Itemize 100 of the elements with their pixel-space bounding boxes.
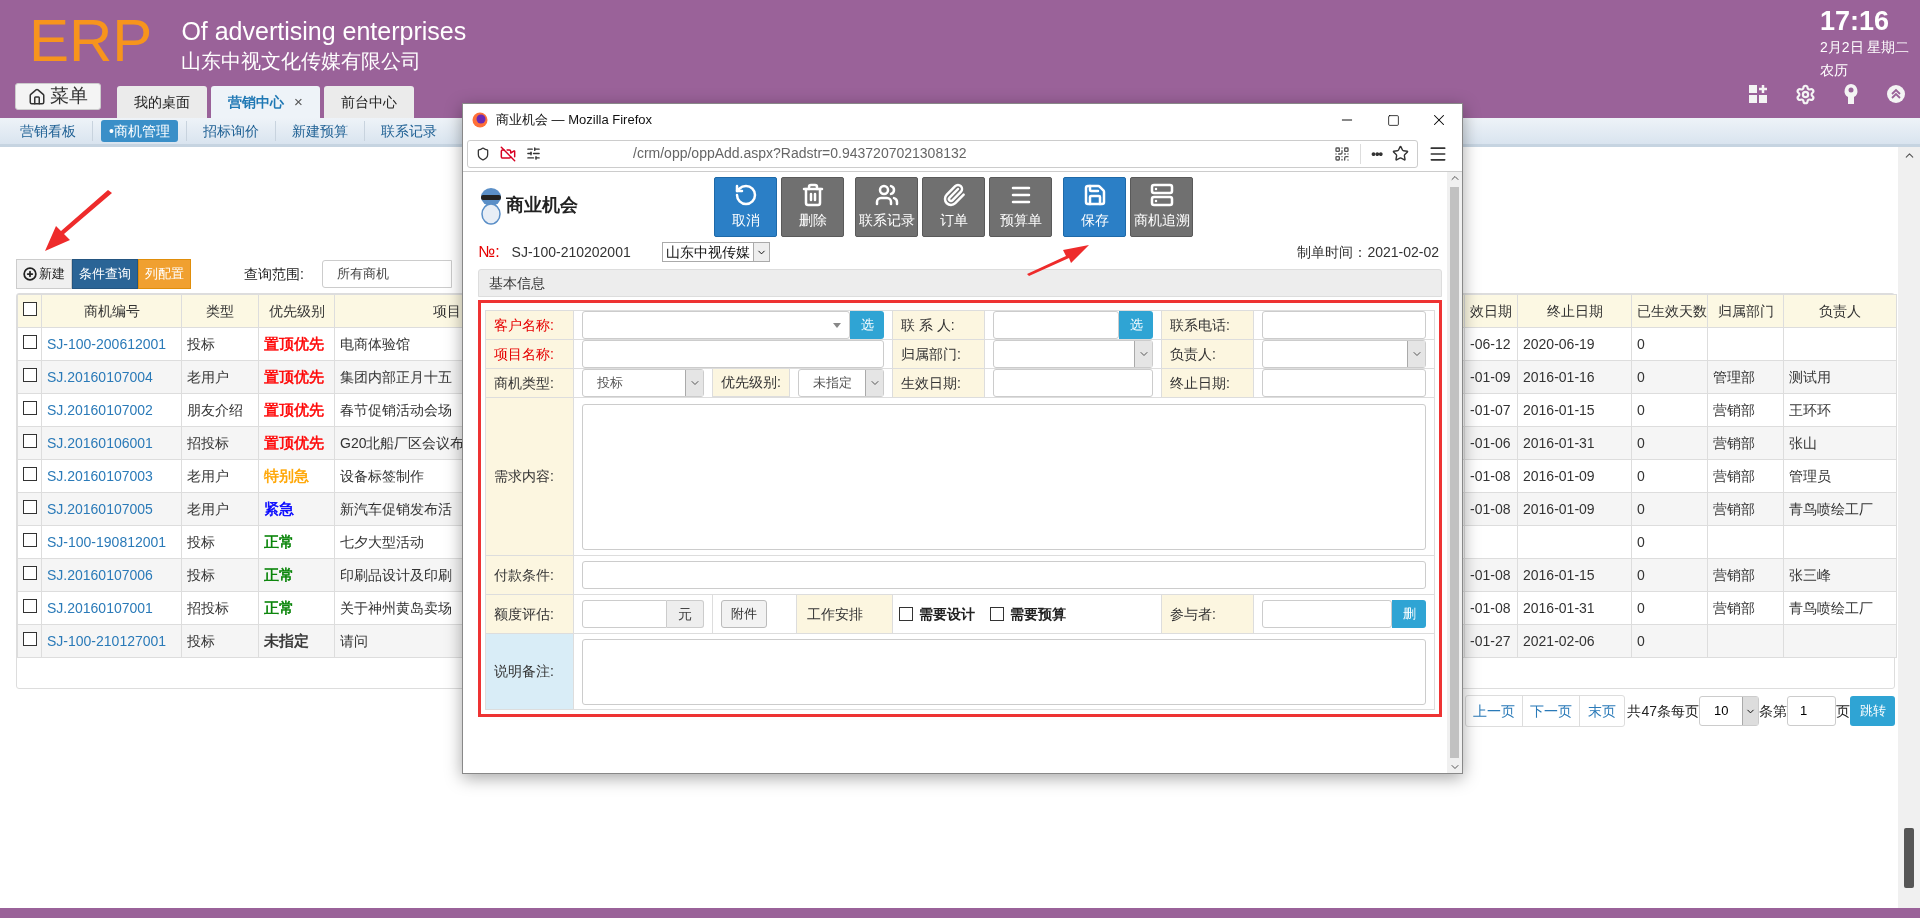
table-cell: 招投标: [181, 426, 259, 460]
table-cell: 营销部: [1707, 558, 1784, 592]
checkbox[interactable]: [23, 367, 37, 382]
priority-select[interactable]: 未指定: [797, 369, 884, 397]
project-field[interactable]: [582, 340, 884, 368]
grid-plus-icon[interactable]: [1748, 84, 1768, 104]
toolbar-button[interactable]: 订单: [922, 177, 985, 237]
toolbar-button[interactable]: 保存: [1063, 177, 1126, 237]
toolbar-button[interactable]: 预算单: [989, 177, 1052, 237]
field-label: 需求内容:: [486, 398, 574, 556]
page-field[interactable]: 1: [1787, 696, 1836, 726]
scrollbar-thumb[interactable]: [1904, 828, 1914, 888]
toolbar-button[interactable]: 取消: [714, 177, 777, 237]
toolbar-button[interactable]: 新建: [16, 259, 72, 289]
next-page-link[interactable]: 下一页: [1523, 696, 1581, 726]
checkbox[interactable]: [23, 400, 37, 415]
pick-button[interactable]: 选: [850, 311, 884, 339]
field-label: 付款条件:: [486, 556, 574, 595]
erp-logo: ERP: [29, 8, 153, 76]
scope-select[interactable]: 所有商机: [321, 260, 452, 288]
opportunity-link[interactable]: SJ.20160107005: [41, 492, 182, 526]
type-select[interactable]: 投标: [582, 369, 704, 397]
amount-field[interactable]: [582, 600, 667, 628]
toolbar-button[interactable]: 条件查询: [72, 259, 138, 289]
page-size-select[interactable]: 10: [1699, 696, 1759, 726]
checkbox[interactable]: [23, 598, 37, 613]
delete-button[interactable]: 删: [1392, 600, 1426, 628]
qr-code-icon[interactable]: [1334, 145, 1351, 162]
end-date-field[interactable]: [1262, 369, 1426, 397]
tab-close[interactable]: ×: [294, 90, 303, 114]
tab[interactable]: 我的桌面: [117, 86, 207, 118]
tab[interactable]: 前台中心: [323, 86, 414, 118]
table-cell: -01-08: [1464, 459, 1518, 493]
opportunity-link[interactable]: SJ.20160107006: [41, 558, 182, 592]
table-cell: -01-08: [1464, 492, 1518, 526]
checkbox[interactable]: [23, 433, 37, 448]
table-cell: -01-08: [1464, 558, 1518, 592]
subnav-item[interactable]: 招标询价: [194, 120, 267, 142]
checkbox[interactable]: [23, 532, 37, 547]
field-label: 项目名称:: [486, 340, 574, 369]
priority-text: 置顶优先: [264, 367, 324, 385]
table-cell: 营销部: [1707, 426, 1784, 460]
field-label: 联系电话:: [1162, 311, 1254, 340]
attachment-button[interactable]: 附件: [721, 600, 767, 628]
collapse-icon[interactable]: [1886, 84, 1906, 104]
contact-field[interactable]: [993, 311, 1119, 339]
opportunity-link[interactable]: SJ-100-190812001: [41, 525, 182, 559]
opportunity-link[interactable]: SJ-100-200612001: [41, 327, 182, 361]
company-select[interactable]: 山东中视传媒: [661, 242, 770, 262]
scrollbar[interactable]: [1447, 172, 1462, 773]
checkbox[interactable]: [23, 565, 37, 580]
phone-field[interactable]: [1262, 311, 1426, 339]
field-label: 联 系 人:: [893, 311, 985, 340]
opportunity-link[interactable]: SJ.20160107002: [41, 393, 182, 427]
opportunity-link[interactable]: SJ-100-210127001: [41, 624, 182, 658]
address-bar[interactable]: /crm/opp/oppAdd.aspx?Radstr=0.9437207021308132 •••: [467, 139, 1418, 168]
pick-button[interactable]: 选: [1119, 311, 1153, 339]
window-title: 商业机会 — Mozilla Firefox: [496, 111, 653, 130]
checkbox[interactable]: [23, 631, 37, 646]
table-cell: 0: [1631, 525, 1708, 559]
checkbox[interactable]: [990, 607, 1004, 621]
subnav-item[interactable]: •商机管理: [101, 120, 178, 142]
maximize-icon[interactable]: [1386, 113, 1400, 127]
opportunity-link[interactable]: SJ.20160107003: [41, 459, 182, 493]
opportunity-link[interactable]: SJ.20160107004: [41, 360, 182, 394]
opportunity-link[interactable]: SJ.20160107001: [41, 591, 182, 625]
table-cell: 青鸟喷绘工厂: [1783, 492, 1897, 526]
table-cell: 0: [1631, 558, 1708, 592]
star-icon[interactable]: [1392, 145, 1409, 162]
toolbar-button[interactable]: 删除: [781, 177, 844, 237]
prev-page-link[interactable]: 上一页: [1466, 696, 1524, 726]
menu-button[interactable]: 菜单: [15, 83, 101, 110]
go-button[interactable]: 跳转: [1850, 696, 1895, 726]
more-button[interactable]: •••: [1371, 143, 1382, 164]
settings-icon[interactable]: [1795, 83, 1816, 105]
opportunity-link[interactable]: SJ.20160106001: [41, 426, 182, 460]
toolbar-button[interactable]: 商机追溯: [1130, 177, 1193, 237]
checkbox[interactable]: [899, 607, 913, 621]
checkbox[interactable]: [23, 499, 37, 514]
subnav-item[interactable]: 营销看板: [12, 120, 84, 142]
key-icon[interactable]: [1843, 83, 1859, 105]
payment-field[interactable]: [582, 561, 1426, 589]
subnav-item[interactable]: 联系记录: [372, 120, 445, 142]
participants-field[interactable]: [1262, 600, 1392, 628]
sliders-icon[interactable]: [526, 146, 541, 161]
table-cell: 0: [1631, 624, 1708, 658]
camera-off-icon[interactable]: [500, 145, 516, 162]
subnav-item[interactable]: 新建预算: [283, 120, 356, 142]
checkbox[interactable]: [23, 334, 37, 349]
tab[interactable]: 营销中心 ×: [211, 86, 320, 118]
page-scrollbar[interactable]: [1898, 147, 1920, 908]
checkbox[interactable]: [23, 301, 37, 316]
company-name: 山东中视文化传媒有限公司: [181, 49, 423, 74]
start-date-field[interactable]: [993, 369, 1153, 397]
checkbox[interactable]: [23, 466, 37, 481]
mascot-icon: [478, 186, 504, 225]
shield-icon[interactable]: [476, 146, 490, 161]
last-page-link[interactable]: 末页: [1580, 696, 1625, 726]
site-title: Of advertising enterprises: [181, 16, 467, 46]
toolbar-button[interactable]: 联系记录: [855, 177, 918, 237]
